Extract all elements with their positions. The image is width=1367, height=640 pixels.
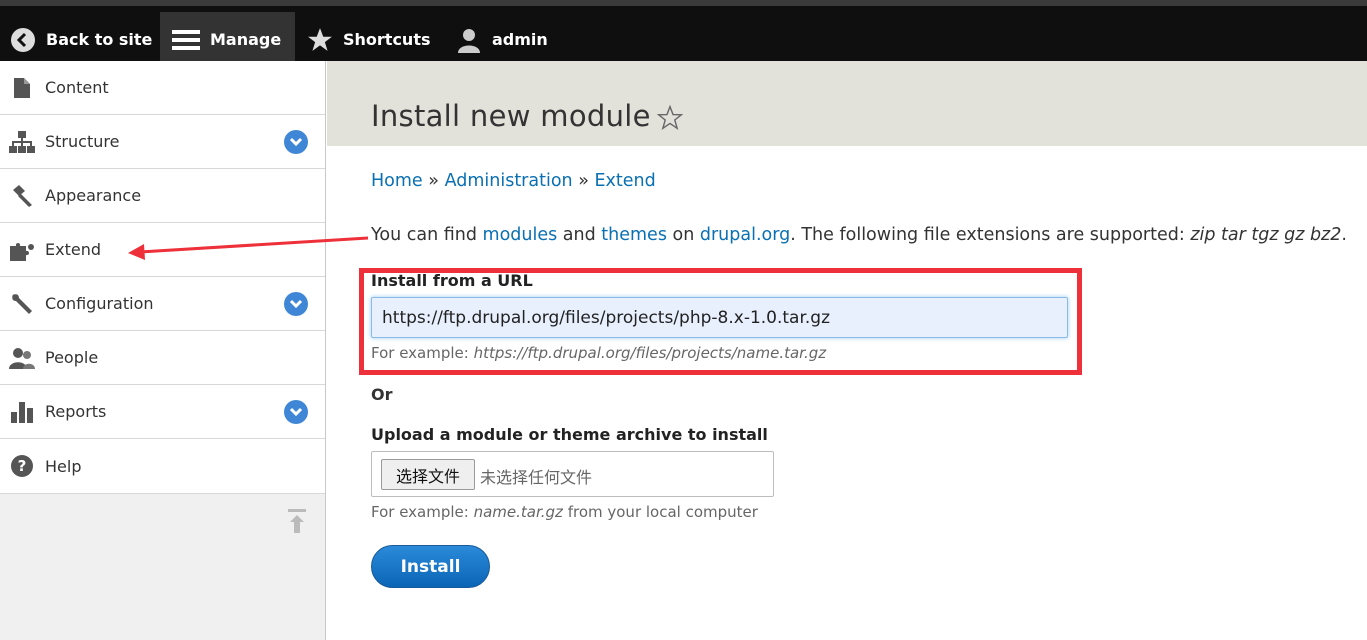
supported-extensions: zip tar tgz gz bz2: [1190, 225, 1342, 245]
paintbrush-icon: [9, 183, 35, 209]
breadcrumb: Home » Administration » Extend: [371, 171, 656, 191]
install-button[interactable]: Install: [371, 545, 490, 588]
shortcuts-tab[interactable]: Shortcuts: [307, 12, 431, 67]
sidebar-item-label: Configuration: [45, 294, 154, 313]
intro-text-part: on: [666, 225, 700, 245]
upload-file-input[interactable]: 选择文件 未选择任何文件: [371, 451, 774, 497]
sidebar-item-label: Content: [45, 78, 109, 97]
red-annotation-box: [359, 268, 1082, 375]
people-icon: [9, 345, 35, 371]
sidebar-item-label: Structure: [45, 132, 120, 151]
manage-tab[interactable]: Manage: [160, 12, 295, 67]
upload-help: For example: name.tar.gz from your local…: [371, 503, 758, 521]
or-separator: Or: [371, 385, 393, 404]
intro-text: You can find modules and themes on drupa…: [371, 225, 1347, 245]
intro-text-part: .: [1341, 225, 1347, 245]
chevron-left-circle-icon: [10, 27, 36, 53]
sidebar-item-appearance[interactable]: Appearance: [0, 169, 325, 223]
modules-link[interactable]: modules: [483, 225, 558, 245]
user-tab[interactable]: admin: [456, 12, 548, 67]
breadcrumb-extend-link[interactable]: Extend: [595, 171, 656, 191]
breadcrumb-administration-link[interactable]: Administration: [445, 171, 573, 191]
help-example: name.tar.gz: [473, 503, 563, 521]
user-label: admin: [492, 30, 548, 49]
user-icon: [456, 27, 482, 53]
sidebar-item-label: Help: [45, 456, 82, 476]
breadcrumb-home-link[interactable]: Home: [371, 171, 423, 191]
file-status-text: 未选择任何文件: [480, 468, 593, 487]
sidebar-item-structure[interactable]: Structure: [0, 115, 325, 169]
help-icon: ?: [9, 453, 35, 479]
intro-text-part: You can find: [371, 225, 483, 245]
file-icon: [9, 75, 35, 101]
themes-link[interactable]: themes: [601, 225, 667, 245]
chevron-down-icon[interactable]: [284, 291, 308, 316]
sidebar-item-help[interactable]: ? Help: [0, 439, 325, 494]
star-icon: [307, 27, 333, 53]
sidebar-item-label: People: [45, 348, 99, 367]
sidebar-item-label: Extend: [45, 240, 101, 259]
chevron-down-icon[interactable]: [284, 129, 308, 154]
hamburger-icon: [172, 29, 200, 51]
sidebar-item-label: Reports: [45, 402, 107, 421]
sidebar-item-people[interactable]: People: [0, 331, 325, 385]
sidebar-item-configuration[interactable]: Configuration: [0, 277, 325, 331]
drupal-org-link[interactable]: drupal.org: [700, 225, 790, 245]
choose-file-button[interactable]: 选择文件: [381, 459, 475, 490]
breadcrumb-separator: »: [578, 171, 589, 191]
svg-text:?: ?: [18, 457, 27, 475]
admin-toolbar: Back to site Manage Shortcuts admin: [0, 0, 1367, 67]
red-annotation-arrow: [128, 236, 369, 260]
page-title: Install new module: [371, 99, 651, 133]
add-shortcut-star-icon[interactable]: [656, 104, 684, 135]
chevron-down-icon[interactable]: [284, 399, 308, 424]
pin-to-top-icon[interactable]: [287, 508, 307, 534]
help-prefix: For example:: [371, 503, 474, 521]
back-to-site-link[interactable]: Back to site: [10, 12, 152, 67]
shortcuts-label: Shortcuts: [343, 30, 431, 49]
sidebar-item-label: Appearance: [45, 186, 142, 205]
wrench-icon: [9, 291, 35, 317]
sidebar-item-content[interactable]: Content: [0, 61, 325, 115]
manage-label: Manage: [210, 30, 282, 49]
sitemap-icon: [9, 129, 35, 155]
upload-archive-label: Upload a module or theme archive to inst…: [371, 425, 768, 444]
intro-text-part: . The following file extensions are supp…: [790, 225, 1191, 245]
bar-chart-icon: [9, 399, 35, 425]
intro-text-part: and: [557, 225, 602, 245]
back-to-site-label: Back to site: [46, 30, 153, 49]
sidebar-item-reports[interactable]: Reports: [0, 385, 325, 439]
puzzle-icon: [9, 237, 35, 263]
admin-sidebar: Content Structure Appearance Extend Conf…: [0, 61, 326, 640]
breadcrumb-separator: »: [428, 171, 439, 191]
help-suffix: from your local computer: [562, 503, 758, 521]
